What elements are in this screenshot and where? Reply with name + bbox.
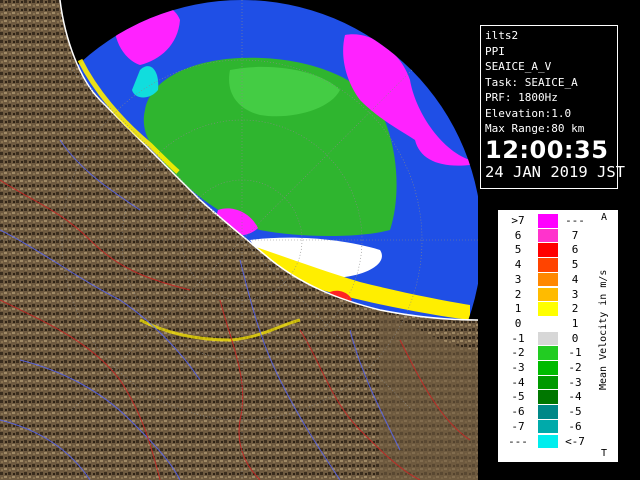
legend-top-marker: A — [601, 212, 608, 223]
legend-bottom-marker: T — [601, 448, 608, 459]
legend-left-value: 2 — [514, 287, 522, 301]
legend-row: -6 -5 — [498, 405, 618, 419]
legend-color-swatch — [538, 346, 558, 360]
legend-color-swatch — [538, 390, 558, 405]
legend-right-value: 2 — [571, 302, 579, 316]
legend-right-value: 5 — [571, 258, 579, 272]
info-station: ilts2 — [485, 29, 519, 42]
radar-info-panel: ilts2 PPI SEAICE_A_V Task: SEAICE_A PRF:… — [480, 25, 625, 189]
legend-right-value: 3 — [571, 287, 579, 301]
legend-right-value: 4 — [571, 272, 579, 286]
legend-color-swatch — [538, 228, 558, 243]
legend-right-value: -1 — [568, 346, 582, 360]
legend-right-value: -2 — [568, 361, 582, 374]
legend-right-value: -4 — [568, 390, 582, 404]
legend-right-value: 6 — [571, 243, 579, 257]
legend-left-value: -3 — [511, 361, 525, 374]
legend-color-swatch — [538, 361, 558, 375]
legend-color-swatch — [538, 258, 558, 272]
legend-left-value: -4 — [511, 375, 525, 389]
legend-color-swatch — [538, 405, 558, 419]
legend-left-value: -2 — [511, 346, 525, 360]
info-product: SEAICE_A_V — [485, 60, 552, 73]
legend-right-value: 7 — [571, 228, 579, 242]
legend-left-value: 5 — [514, 243, 522, 257]
legend-left-value: 0 — [514, 316, 522, 330]
legend-row: -7 -6 — [498, 419, 618, 434]
legend-left-value: -6 — [511, 405, 525, 419]
legend-color-swatch — [538, 419, 558, 434]
legend-right-value: <-7 — [565, 434, 585, 448]
radar-display: ilts2 PPI SEAICE_A_V Task: SEAICE_A PRF:… — [0, 0, 640, 480]
legend-left-value: 6 — [514, 228, 522, 242]
info-prf: PRF: 1800Hz — [485, 91, 558, 104]
legend-row: 67 — [498, 228, 618, 243]
info-elevation: Elevation:1.0 — [485, 106, 572, 120]
legend-left-value: -7 — [511, 419, 525, 433]
velocity-legend: >7 --- 6 7 5 6 4 5 3 4 2 3 1 2 0 1 -1 0 -2 -1 -3 -2 -4 -3 -5 -4 -6… — [498, 210, 618, 462]
legend-right-value: -6 — [568, 419, 582, 433]
radar-ppi-view[interactable] — [0, 0, 478, 480]
info-time: 12:00:35 — [485, 135, 609, 164]
legend-color-swatch — [538, 375, 558, 390]
legend-left-value: 1 — [514, 302, 522, 316]
legend-left-value: -5 — [511, 390, 525, 404]
legend-left-value: 3 — [514, 272, 522, 286]
info-date: 24 JAN 2019 JST — [485, 162, 625, 181]
info-scan-type: PPI — [485, 44, 505, 58]
legend-color-swatch — [538, 272, 558, 287]
legend-color-swatch — [538, 302, 558, 316]
legend-color-swatch — [538, 434, 558, 449]
info-max-range: Max Range:80 km — [485, 122, 585, 135]
legend-row: -5 -4 — [498, 390, 618, 405]
legend-left-value: >7 — [511, 214, 525, 227]
legend-left-value: -1 — [511, 331, 525, 345]
legend-color-swatch — [538, 287, 558, 302]
legend-color-swatch — [538, 316, 558, 331]
legend-row: >7 --- — [498, 214, 618, 228]
legend-color-swatch — [538, 331, 558, 346]
legend-row: --- <-7 — [498, 434, 618, 449]
legend-right-value: --- — [565, 214, 585, 227]
radar-map-svg — [0, 0, 478, 480]
legend-title: Mean Velocity in m/s — [598, 269, 609, 390]
legend-color-swatch — [538, 214, 558, 228]
legend-left-value: 4 — [514, 258, 522, 272]
legend-left-value: --- — [508, 434, 528, 448]
legend-right-value: -3 — [568, 375, 582, 389]
info-task: Task: SEAICE_A — [485, 75, 578, 89]
legend-row: 56 — [498, 243, 618, 258]
legend-right-value: 1 — [571, 316, 579, 330]
legend-right-value: -5 — [568, 405, 582, 419]
legend-right-value: 0 — [571, 331, 579, 345]
legend-color-swatch — [538, 243, 558, 258]
